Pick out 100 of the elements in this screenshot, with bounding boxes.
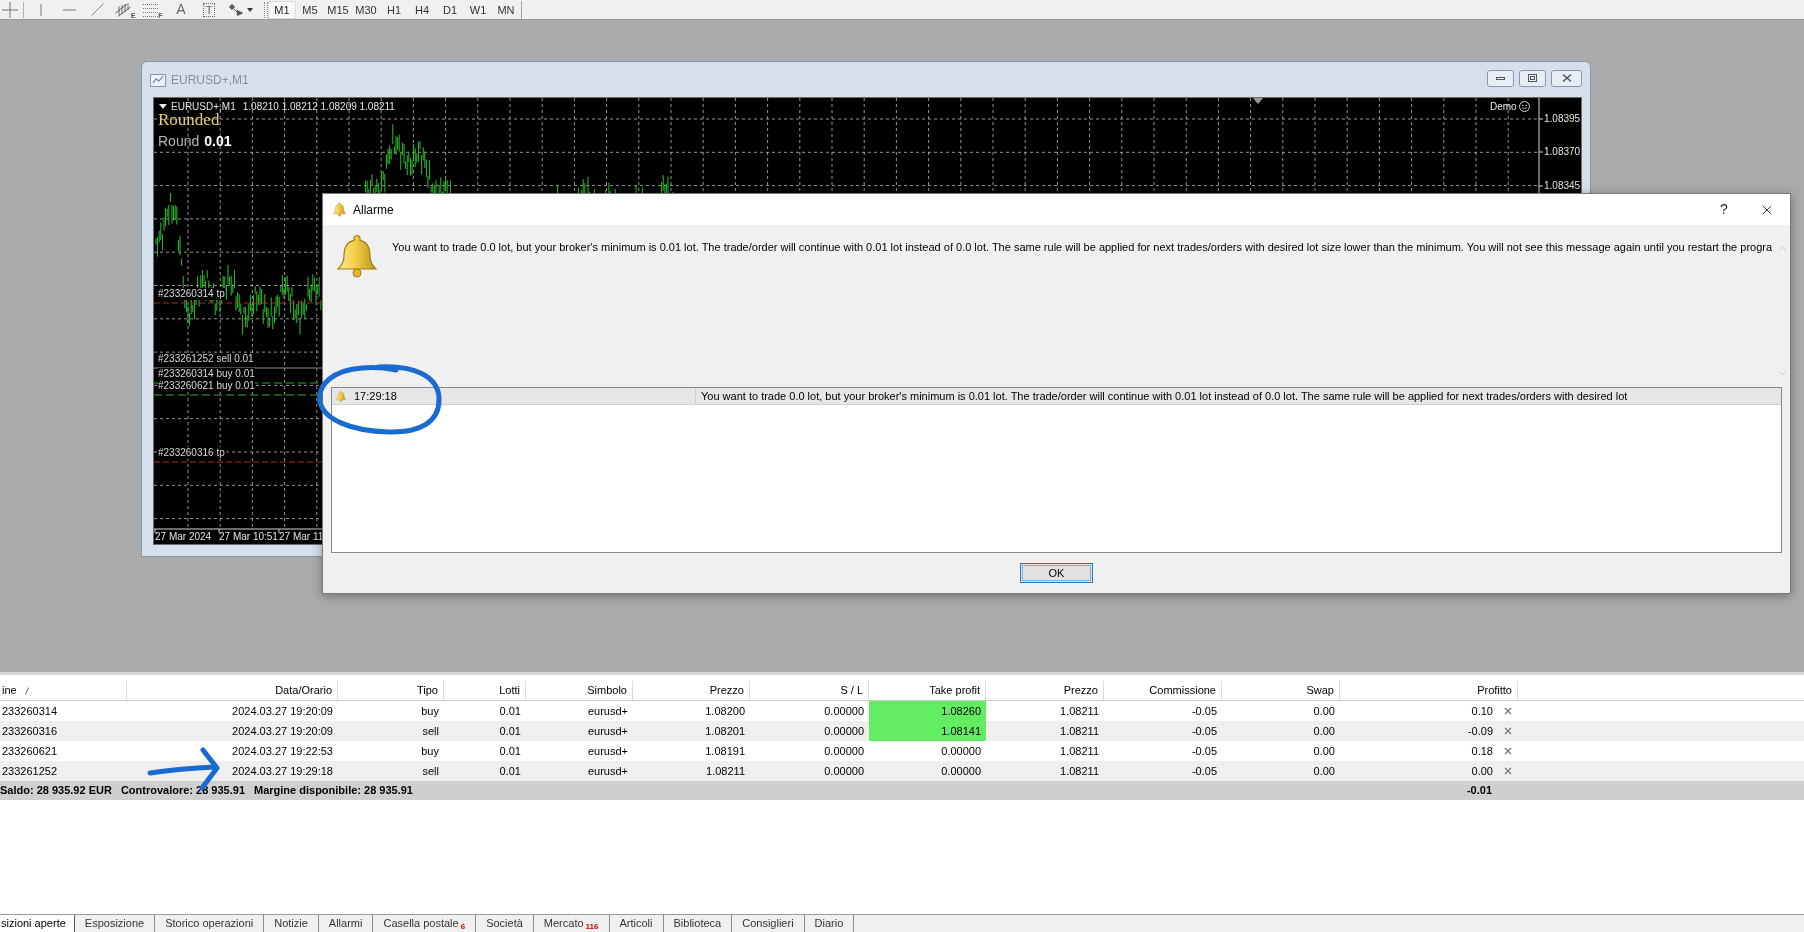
terminal-tab[interactable]: Consiglieri — [732, 915, 805, 932]
table-cell-text: 1.08200 — [704, 703, 746, 719]
table-cell-text: 0.00000 — [940, 743, 982, 759]
table-cell-text: 0.10 — [1471, 703, 1493, 719]
close-position-button[interactable] — [1503, 706, 1512, 716]
account-type-label: Demo — [1490, 100, 1517, 114]
table-cell-text: 1.08211 — [1059, 763, 1100, 779]
table-cell-text: 0.00000 — [823, 723, 865, 739]
terminal-tab[interactable]: sizioni aperte — [0, 915, 75, 932]
text-label-tool[interactable]: T — [195, 0, 223, 19]
trade-line-label: #233260316 tp — [158, 447, 225, 459]
bell-icon — [333, 202, 346, 217]
table-cell-text: 233260316 — [1, 723, 59, 739]
terminal-tab[interactable]: Diario — [804, 915, 855, 932]
terminal-tab[interactable]: Biblioteca — [663, 915, 733, 932]
chart-quotes: 1.08210 1.08212 1.08209 1.08211 — [242, 100, 395, 114]
terminal-tab[interactable]: Notizie — [264, 915, 319, 932]
table-cell: 1.08141 — [869, 721, 986, 741]
column-header[interactable]: Commissione — [1104, 681, 1222, 700]
restore-button[interactable] — [1519, 69, 1546, 87]
terminal-tab[interactable]: Storico operazioni — [155, 915, 265, 932]
table-cell-text: 2024.03.27 19:22:53 — [231, 743, 334, 759]
table-cell-text: 0.00000 — [823, 763, 865, 779]
text-tool[interactable]: A — [167, 0, 195, 19]
free-margin-label: Margine disponibile: 28 935.91 — [254, 783, 413, 799]
timeframe-button[interactable]: W1 — [464, 0, 492, 19]
price-scale-label: 1.08345 — [1544, 179, 1581, 193]
minimize-button[interactable] — [1487, 69, 1514, 87]
table-cell-text: 0.00 — [1312, 743, 1336, 759]
table-cell-text: 233260621 — [1, 743, 59, 759]
terminal-tab[interactable]: Articoli — [609, 915, 664, 932]
table-cell-text: 0.00 — [1312, 723, 1336, 739]
timeframe-button[interactable]: M1 — [268, 0, 296, 19]
column-header[interactable]: Simbolo — [526, 681, 633, 700]
close-button[interactable] — [1551, 69, 1582, 87]
timeframe-button[interactable]: M15 — [324, 0, 352, 19]
table-cell-text: -0.05 — [1190, 743, 1218, 759]
table-cell-text: buy — [420, 743, 440, 759]
price-scale-label: 1.08395 — [1544, 112, 1581, 126]
table-row[interactable]: 233260316 2024.03.27 19:20:09 sell 0.01 eurusd+ 1.08201 0.00000 1.08141 1.08211 -0.05 0.00 -0.09 — [0, 721, 1804, 741]
diagonal-line-icon — [90, 3, 104, 16]
log-row[interactable] — [332, 388, 1781, 405]
column-header[interactable]: Profitto — [1340, 681, 1518, 700]
column-header[interactable]: Swap — [1222, 681, 1340, 700]
table-cell-text: 1.08191 — [704, 743, 746, 759]
column-header[interactable]: Lotti — [444, 681, 526, 700]
tab-count: 116 — [585, 920, 599, 932]
price-scale-label: 1.08370 — [1544, 145, 1581, 159]
indicator-title: Rounded — [158, 110, 220, 130]
table-cell-text: sell — [421, 763, 440, 779]
column-header[interactable]: Prezzo — [633, 681, 750, 700]
table-cell-text: sell — [421, 723, 440, 739]
terminal-tab[interactable]: Allarmi — [318, 915, 374, 932]
table-cell-text: -0.05 — [1190, 763, 1218, 779]
timeframe-button[interactable]: MN — [492, 0, 520, 19]
timeframe-button[interactable]: M5 — [296, 0, 324, 19]
column-header[interactable]: Take profit — [869, 681, 986, 700]
table-cell-text: -0.09 — [1467, 723, 1493, 739]
close-position-button[interactable] — [1503, 746, 1512, 756]
table-cell-text: 233261252 — [1, 763, 59, 779]
help-button[interactable]: ? — [1704, 194, 1744, 225]
chart-window-icon — [150, 71, 166, 88]
table-row[interactable]: 233261252 2024.03.27 19:29:18 sell 0.01 eurusd+ 1.08211 0.00000 0.00000 1.08211 -0.05 0.00 0.00 — [0, 761, 1804, 781]
table-cell-text: eurusd+ — [586, 763, 629, 779]
column-header[interactable]: Tipo — [338, 681, 444, 700]
time-scale-label: 27 Mar 10:51 — [219, 530, 278, 543]
chart-symbol: EURUSD+,M1 — [171, 100, 236, 113]
dotted-lines-icon — [143, 3, 159, 17]
horizontal-line-icon — [62, 8, 76, 11]
terminal-tab[interactable]: Esposizione — [74, 915, 156, 932]
log-time: 17:29:18 — [354, 388, 397, 404]
indicator-label: Round — [158, 132, 200, 150]
log-message: You want to trade 0.0 lot, but your broker's minimum is 0.01 lot. The trade/order will continue with 0.01 lot instead of 0.0 lot. The same rule will be applied for next trades/orders with desired lot — [701, 388, 1628, 404]
column-header[interactable]: ine — [2, 682, 17, 699]
close-icon — [1561, 74, 1572, 82]
table-cell-text: 2024.03.27 19:29:18 — [231, 763, 334, 779]
bell-icon — [336, 390, 346, 402]
trade-line-label: #233260314 tp — [158, 288, 225, 300]
timeframe-button[interactable]: M30 — [352, 0, 380, 19]
table-cell-text: 1.08211 — [1059, 723, 1100, 739]
hatched-lines-icon — [114, 2, 131, 17]
terminal-tab[interactable]: Società — [476, 915, 534, 932]
timeframe-button[interactable]: D1 — [436, 0, 464, 19]
close-position-button[interactable] — [1503, 766, 1512, 776]
sort-icon[interactable] — [24, 686, 29, 695]
dialog-title: Allarme — [353, 201, 394, 219]
table-cell-text: 233260314 — [1, 703, 59, 719]
ok-button[interactable]: OK — [1020, 563, 1093, 583]
table-cell-text: 0.00 — [1312, 703, 1336, 719]
close-position-button[interactable] — [1503, 726, 1512, 736]
table-cell-text: 0.00000 — [823, 743, 865, 759]
time-scale-label: 27 Mar 2024 — [155, 530, 212, 543]
triangle-down-icon — [159, 104, 167, 109]
window-title: EURUSD+,M1 — [171, 71, 249, 89]
timeframe-button[interactable]: H1 — [380, 0, 408, 19]
timeframe-button[interactable]: H4 — [408, 0, 436, 19]
column-header[interactable]: S / L — [750, 681, 869, 700]
table-cell-text: 0.00 — [1471, 763, 1493, 779]
column-header[interactable]: Data/Orario — [127, 681, 338, 700]
column-header[interactable]: Prezzo — [986, 681, 1104, 700]
